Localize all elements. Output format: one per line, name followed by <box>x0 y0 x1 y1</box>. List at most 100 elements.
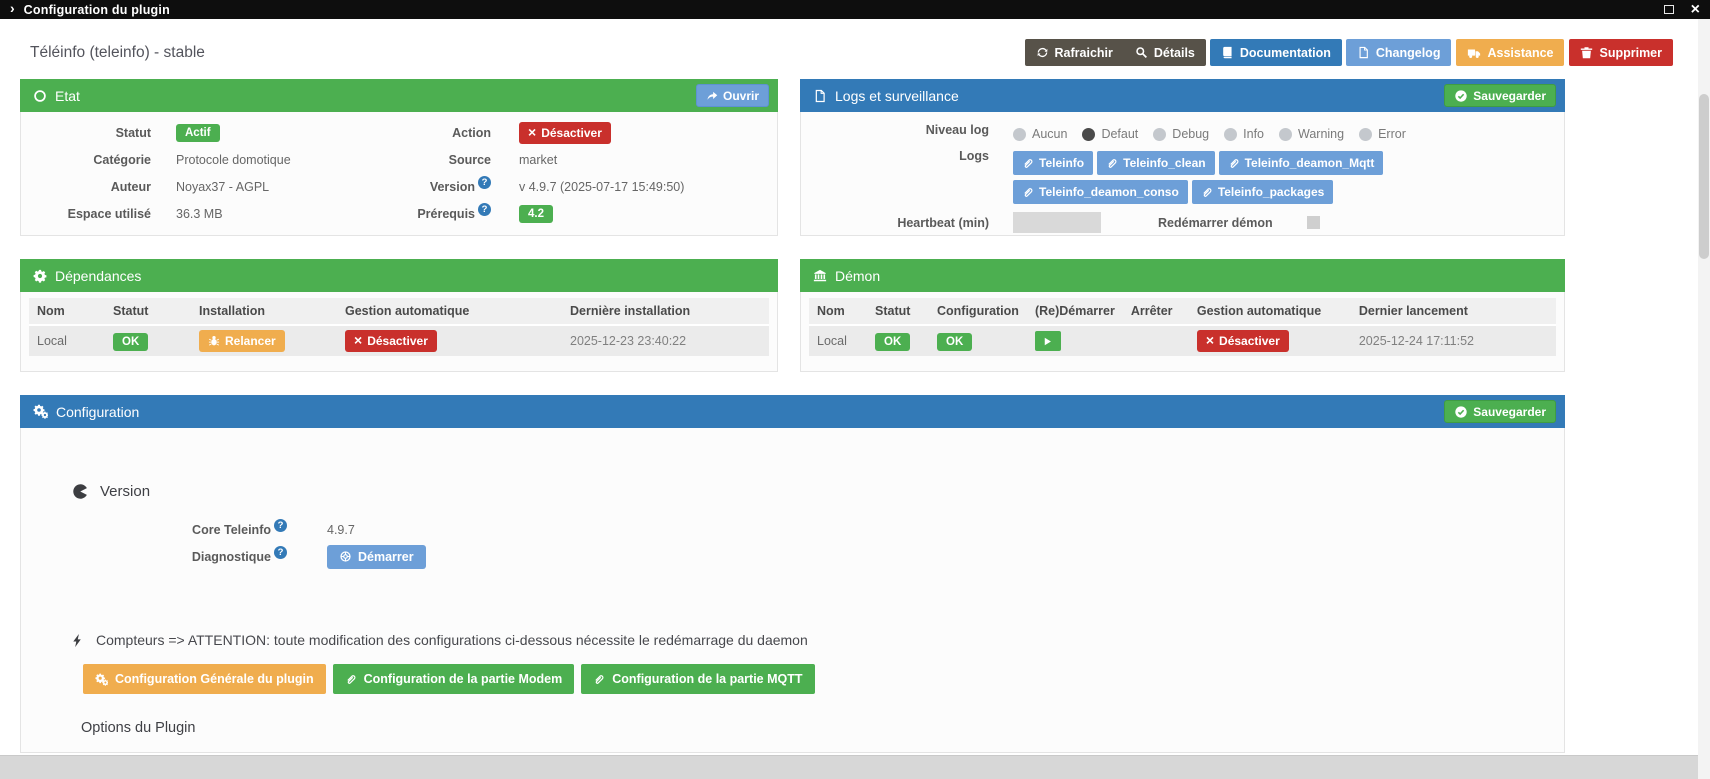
circle-icon <box>33 89 47 103</box>
espace-label: Espace utilisé <box>67 206 151 221</box>
options-plugin-title: Options du Plugin <box>81 720 196 736</box>
log-file-button[interactable]: Teleinfo_deamon_Mqtt <box>1218 151 1384 175</box>
panel-dependances: Dépendances Nom Statut Installation Gest… <box>20 259 778 372</box>
start-diagnostic-button[interactable]: Démarrer <box>327 544 426 569</box>
lifering-icon <box>339 550 352 563</box>
log-file-button[interactable]: Teleinfo_deamon_conso <box>1013 180 1188 204</box>
panel-configuration: Configuration Sauvegarder Version Core T… <box>20 395 1565 753</box>
radio-level-debug[interactable] <box>1153 127 1167 141</box>
panel-configuration-title: Configuration <box>56 403 140 420</box>
save-logs-button[interactable]: Sauvegarder <box>1444 84 1556 107</box>
paperclip-icon <box>1022 157 1034 169</box>
help-icon[interactable] <box>274 518 287 532</box>
col-dernier-lancement: Dernier lancement <box>1350 298 1556 326</box>
col-arreter: Arrêter <box>1122 298 1189 326</box>
version-section-title: Version <box>100 483 151 500</box>
window-title: Configuration du plugin <box>23 2 170 17</box>
scrollbar-track[interactable] <box>1698 19 1710 779</box>
col-configuration: Configuration <box>929 298 1027 326</box>
disable-auto-install-button[interactable]: Désactiver <box>345 330 437 352</box>
check-circle-icon <box>1454 89 1468 103</box>
dep-nom: Local <box>29 325 105 356</box>
radio-level-aucun[interactable] <box>1013 127 1026 141</box>
col-gestion: Gestion automatique <box>337 298 562 326</box>
relancer-button[interactable]: Relancer <box>199 330 285 352</box>
panel-etat-title: Etat <box>55 87 80 104</box>
heartbeat-input[interactable] <box>1013 212 1101 233</box>
help-icon[interactable] <box>478 202 491 216</box>
demon-config-badge: OK <box>937 333 973 351</box>
core-teleinfo-label: Core Teleinfo <box>192 522 271 537</box>
col-statut: Statut <box>105 298 191 326</box>
panel-demon-title: Démon <box>835 267 881 284</box>
restore-window-icon[interactable] <box>1663 5 1674 14</box>
details-button[interactable]: Détails <box>1123 39 1206 66</box>
action-label: Action <box>452 126 491 141</box>
documentation-button[interactable]: Documentation <box>1209 39 1342 66</box>
x-icon <box>1206 334 1214 348</box>
file-icon <box>813 89 827 103</box>
x-icon <box>354 334 362 348</box>
search-icon <box>1135 46 1148 59</box>
cogs-icon <box>95 673 108 686</box>
paperclip-icon <box>1106 157 1118 169</box>
radio-level-error[interactable] <box>1359 127 1373 141</box>
config-modem-button[interactable]: Configuration de la partie Modem <box>332 664 575 694</box>
ambulance-icon <box>1467 46 1481 60</box>
radio-level-info[interactable] <box>1224 127 1238 141</box>
auteur-label: Auteur <box>110 179 151 194</box>
play-icon <box>1042 336 1053 347</box>
statut-label: Statut <box>115 126 151 141</box>
help-icon[interactable] <box>274 545 287 559</box>
source-value: market <box>519 153 558 168</box>
panel-logs: Logs et surveillance Sauvegarder Niveau … <box>800 79 1565 236</box>
save-configuration-button[interactable]: Sauvegarder <box>1444 400 1556 423</box>
log-file-button[interactable]: Teleinfo <box>1013 151 1094 175</box>
paperclip-icon <box>1228 157 1240 169</box>
radio-level-warning[interactable] <box>1279 127 1292 141</box>
page-title: Téléinfo (teleinfo) - stable <box>30 43 205 61</box>
restart-daemon-button[interactable] <box>1034 331 1061 351</box>
compteurs-warning: Compteurs => ATTENTION: toute modificati… <box>96 632 808 648</box>
radio-level-defaut[interactable] <box>1082 127 1096 141</box>
paperclip-icon <box>345 673 357 685</box>
help-icon[interactable] <box>478 175 491 189</box>
panel-demon: Démon Nom Statut Configuration (Re)Démar… <box>800 259 1565 372</box>
log-file-button[interactable]: Teleinfo_clean <box>1097 151 1215 175</box>
restart-daemon-label: Redémarrer démon <box>1158 215 1273 230</box>
check-circle-icon <box>1454 405 1468 419</box>
changelog-button[interactable]: Changelog <box>1345 39 1452 66</box>
demon-table: Nom Statut Configuration (Re)Démarrer Ar… <box>809 298 1556 356</box>
log-file-button[interactable]: Teleinfo_packages <box>1191 180 1334 204</box>
version-label: Version <box>429 179 475 194</box>
config-generale-button[interactable]: Configuration Générale du plugin <box>83 664 326 694</box>
dependances-table: Nom Statut Installation Gestion automati… <box>29 298 769 356</box>
bank-icon <box>813 269 827 283</box>
close-window-icon[interactable] <box>1691 1 1700 19</box>
categorie-value: Protocole domotique <box>176 153 291 168</box>
disable-daemon-auto-button[interactable]: Désactiver <box>1196 330 1289 352</box>
restart-daemon-checkbox[interactable] <box>1306 216 1320 229</box>
assistance-button[interactable]: Assistance <box>1456 39 1565 66</box>
delete-plugin-button[interactable]: Supprimer <box>1569 39 1673 66</box>
diagnostique-label: Diagnostique <box>191 549 271 564</box>
table-row: Local OK OK Désactiver 2025-12-24 17:11:… <box>809 325 1556 356</box>
core-teleinfo-value: 4.9.7 <box>327 522 355 537</box>
auteur-value: Noyax37 - AGPL <box>176 179 270 194</box>
dep-date: 2025-12-23 23:40:22 <box>562 325 769 356</box>
col-redemarrer: (Re)Démarrer <box>1026 298 1123 326</box>
page-header: Téléinfo (teleinfo) - stable Rafraichir … <box>30 39 1673 66</box>
bolt-icon <box>70 633 85 648</box>
page-bottom-strip <box>0 755 1710 779</box>
open-plugin-button[interactable]: Ouvrir <box>695 84 769 107</box>
pacman-icon <box>72 483 89 500</box>
cogs-icon <box>33 404 48 419</box>
refresh-button[interactable]: Rafraichir <box>1024 39 1124 66</box>
col-derniere-installation: Dernière installation <box>562 298 769 326</box>
scrollbar-thumb[interactable] <box>1699 94 1709 259</box>
arreter-cell <box>1122 325 1189 356</box>
prerequis-badge: 4.2 <box>519 204 553 223</box>
disable-plugin-button[interactable]: Désactiver <box>519 122 611 145</box>
config-mqtt-button[interactable]: Configuration de la partie MQTT <box>581 664 815 694</box>
window-titlebar: Configuration du plugin <box>0 0 1710 19</box>
